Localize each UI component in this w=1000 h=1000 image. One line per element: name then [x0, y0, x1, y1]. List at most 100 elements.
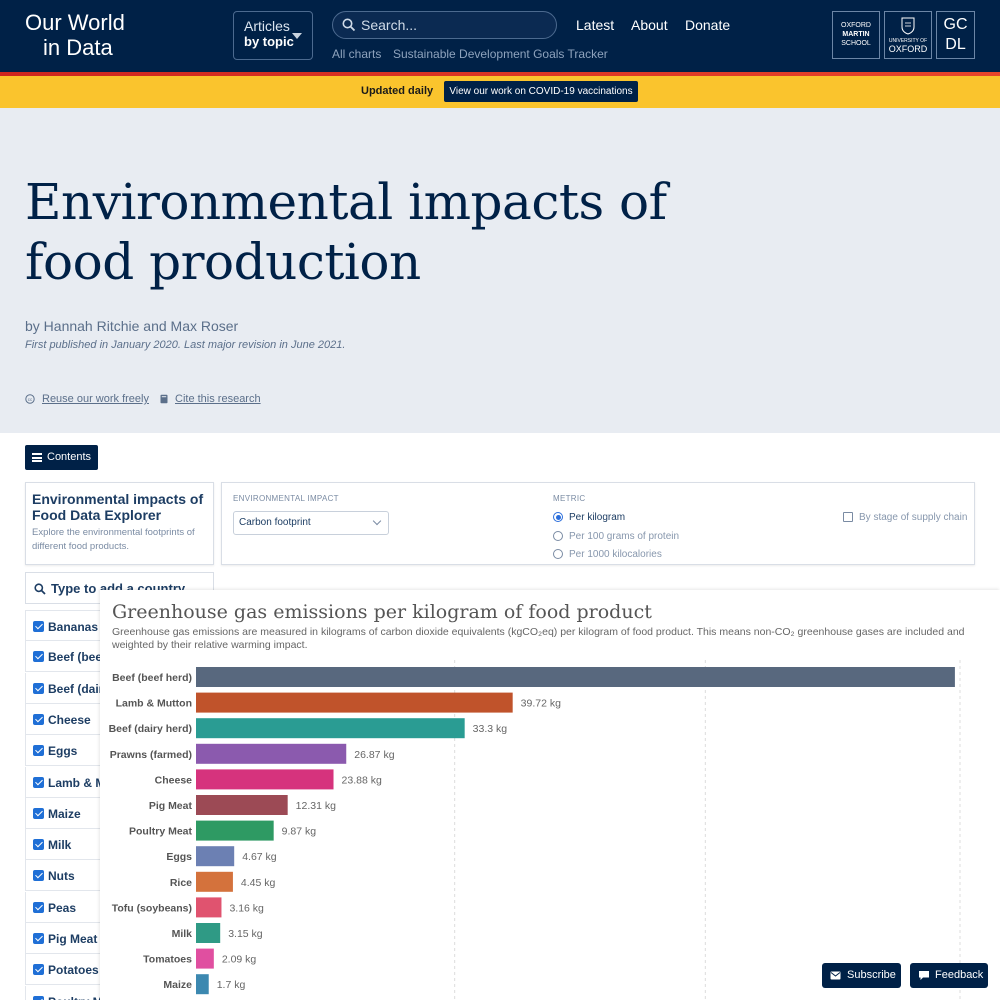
subscribe-button[interactable]: Subscribe — [822, 963, 901, 988]
food-checkbox[interactable] — [33, 776, 44, 788]
food-checkbox[interactable] — [33, 713, 44, 725]
bar[interactable] — [196, 923, 221, 943]
articles-label: Articles — [244, 18, 290, 34]
category-label: Tofu (soybeans) — [112, 902, 192, 914]
environmental-impact-label: ENVIRONMENTAL IMPACT — [233, 494, 339, 503]
nav-latest[interactable]: Latest — [576, 17, 614, 33]
covid-banner: Updated daily View our work on COVID-19 … — [0, 76, 1000, 108]
bar[interactable] — [196, 795, 288, 815]
food-checkbox[interactable] — [33, 933, 44, 944]
category-label: Tomatoes — [143, 954, 192, 966]
radio-per-100g-protein[interactable] — [553, 531, 563, 541]
bar[interactable] — [196, 974, 209, 995]
food-item[interactable]: Eggs — [25, 735, 105, 767]
nav-all-charts[interactable]: All charts — [332, 47, 381, 61]
food-checkbox[interactable] — [33, 839, 44, 851]
search-box[interactable] — [332, 11, 557, 39]
gcdl-line-2: DL — [945, 36, 966, 53]
food-item[interactable]: Nuts — [25, 860, 105, 892]
bar[interactable] — [196, 846, 235, 867]
oms-line-3: SCHOOL — [841, 40, 871, 47]
bar[interactable] — [196, 743, 347, 764]
value-label: 26.87 kg — [354, 749, 394, 761]
food-item[interactable]: Beef (dairy herd) — [25, 672, 105, 704]
food-label: Beef (dairy herd) — [48, 681, 105, 696]
food-label: Peas — [48, 900, 77, 915]
food-item[interactable]: Beef (beef herd) — [25, 641, 105, 673]
menu-icon — [32, 453, 42, 462]
food-selection-list: Bananas Beef (beef herd) Beef (dairy herd)… — [25, 610, 105, 1000]
gcdl-logo[interactable]: GC DL — [936, 11, 975, 59]
radio-label-per-100g-protein[interactable]: Per 100 grams of protein — [569, 531, 679, 542]
bar[interactable] — [196, 692, 513, 713]
university-of-oxford-logo[interactable]: UNIVERSITY OF OXFORD — [884, 11, 932, 59]
bar[interactable] — [196, 897, 222, 918]
food-item[interactable]: Cheese — [25, 703, 105, 735]
search-input[interactable] — [361, 16, 546, 34]
nav-donate[interactable]: Donate — [685, 17, 730, 33]
radio-per-kilogram[interactable] — [553, 512, 563, 522]
oms-line-1: OXFORD — [841, 22, 871, 29]
food-item[interactable]: Milk — [25, 829, 105, 861]
value-label: 23.88 kg — [342, 774, 382, 786]
feedback-button[interactable]: Feedback — [910, 963, 988, 988]
radio-label-per-1000-kcal[interactable]: Per 1000 kilocalories — [569, 549, 662, 560]
food-item[interactable]: Maize — [25, 797, 105, 829]
bar[interactable] — [196, 769, 334, 790]
value-label: 2.09 kg — [222, 954, 257, 966]
bar[interactable] — [196, 718, 465, 739]
oxford-martin-school-logo[interactable]: OXFORD MARTIN SCHOOL — [832, 11, 880, 59]
nav-about[interactable]: About — [631, 17, 668, 33]
food-checkbox[interactable] — [33, 995, 44, 1000]
food-checkbox[interactable] — [33, 682, 44, 694]
radio-per-1000-kcal[interactable] — [553, 549, 563, 559]
category-label: Beef (beef herd) — [112, 672, 192, 684]
value-label: 9.87 kg — [282, 826, 317, 838]
value-label: 3.16 kg — [229, 902, 264, 914]
covid-vaccinations-button[interactable]: View our work on COVID-19 vaccinations — [444, 81, 638, 102]
value-label: 39.72 kg — [521, 698, 561, 710]
value-label: 3.15 kg — [228, 928, 263, 940]
food-checkbox[interactable] — [33, 870, 44, 882]
food-checkbox[interactable] — [33, 807, 44, 819]
emissions-bar-chart: Beef (beef herd) Lamb & Mutton 39.72 kg Bee… — [109, 660, 961, 1000]
bar[interactable] — [196, 948, 214, 969]
reuse-link[interactable]: Reuse our work freely — [42, 393, 149, 405]
site-logo[interactable]: Our World in Data — [25, 10, 125, 60]
food-label: Eggs — [48, 744, 78, 759]
bar[interactable] — [196, 820, 274, 841]
food-checkbox[interactable] — [33, 621, 44, 632]
food-label: Pig Meat — [48, 932, 98, 946]
food-checkbox[interactable] — [33, 745, 44, 757]
food-item[interactable]: Peas — [25, 891, 105, 923]
food-checkbox[interactable] — [33, 651, 44, 663]
food-label: Potatoes — [48, 963, 99, 978]
byline: by Hannah Ritchie and Max Roser — [25, 318, 239, 334]
supply-chain-checkbox[interactable] — [843, 512, 853, 522]
cite-link[interactable]: Cite this research — [175, 393, 261, 405]
chevron-down-icon — [372, 516, 382, 526]
value-label: 4.45 kg — [241, 877, 276, 889]
food-item[interactable]: Bananas — [25, 610, 105, 641]
food-checkbox[interactable] — [33, 901, 44, 913]
oxford-line-2: OXFORD — [888, 44, 928, 54]
bar[interactable] — [196, 871, 233, 892]
food-item[interactable]: Potatoes — [25, 954, 105, 986]
food-item[interactable]: Poultry Meat — [25, 985, 105, 1000]
gcdl-line-1: GC — [943, 16, 968, 33]
nav-sdg-tracker[interactable]: Sustainable Development Goals Tracker — [393, 47, 608, 61]
chart-title: Greenhouse gas emissions per kilogram of… — [112, 601, 652, 623]
food-item[interactable]: Lamb & Mutton — [25, 766, 105, 798]
radio-label-per-kilogram[interactable]: Per kilogram — [569, 512, 625, 523]
environmental-impact-select[interactable]: Carbon footprint — [233, 511, 389, 535]
contents-button[interactable]: Contents — [25, 445, 98, 470]
articles-by-topic-button[interactable]: Articles by topic — [233, 11, 313, 60]
search-icon — [342, 18, 356, 32]
food-item[interactable]: Pig Meat — [25, 923, 105, 954]
bar[interactable] — [196, 667, 955, 687]
feedback-label: Feedback — [935, 969, 984, 981]
food-label: Maize — [48, 806, 81, 821]
food-label: Cheese — [48, 712, 91, 727]
supply-chain-label[interactable]: By stage of supply chain — [859, 512, 967, 523]
food-checkbox[interactable] — [33, 964, 44, 976]
